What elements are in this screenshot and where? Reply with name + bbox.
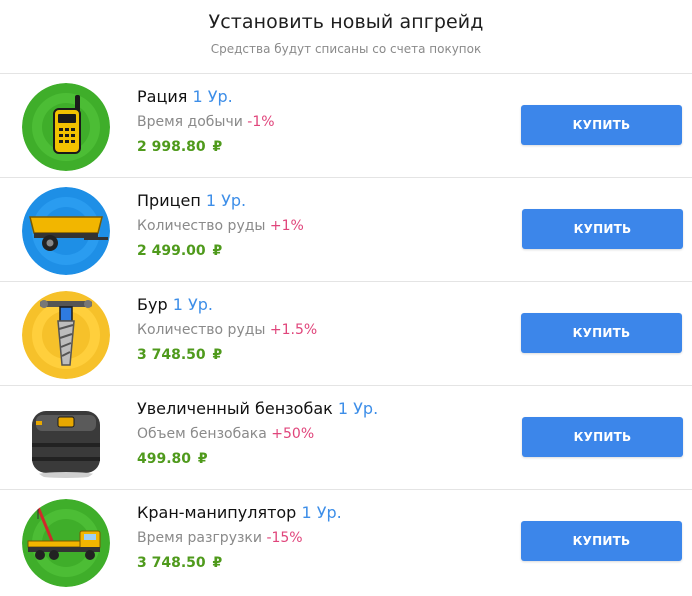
currency-symbol: ₽ bbox=[212, 555, 223, 571]
currency-symbol: ₽ bbox=[197, 451, 208, 467]
walkie-talkie-icon bbox=[22, 83, 110, 171]
upgrade-info: Бур 1 Ур. Количество руды +1.5% 3 748.50… bbox=[137, 294, 317, 365]
upgrade-level: 1 Ур. bbox=[192, 87, 233, 106]
upgrade-stat: Время добычи -1% bbox=[137, 112, 275, 132]
upgrade-info: Прицеп 1 Ур. Количество руды +1% 2 499.0… bbox=[137, 190, 304, 261]
stat-label: Время добычи bbox=[137, 114, 243, 130]
currency-symbol: ₽ bbox=[212, 139, 223, 155]
buy-button-crane[interactable]: КУПИТЬ bbox=[521, 521, 682, 561]
price-value: 2 998.80 bbox=[137, 139, 206, 155]
stat-label: Время разгрузки bbox=[137, 530, 262, 546]
page-title: Установить новый апгрейд bbox=[208, 11, 484, 33]
upgrade-price: 3 748.50 ₽ bbox=[137, 345, 317, 365]
upgrade-name: Кран-манипулятор bbox=[137, 503, 297, 522]
price-value: 3 748.50 bbox=[137, 555, 206, 571]
upgrade-list: Рация 1 Ур. Время добычи -1% 2 998.80 ₽ … bbox=[0, 74, 692, 594]
trailer-icon bbox=[22, 187, 110, 275]
price-value: 499.80 bbox=[137, 451, 192, 467]
stat-label: Количество руды bbox=[137, 322, 266, 338]
upgrade-title: Рация 1 Ур. bbox=[137, 86, 275, 108]
upgrade-price: 2 499.00 ₽ bbox=[137, 241, 304, 261]
upgrade-info: Кран-манипулятор 1 Ур. Время разгрузки -… bbox=[137, 502, 342, 573]
upgrade-level: 1 Ур. bbox=[205, 191, 247, 210]
upgrade-item-fuel-tank: Увеличенный бензобак 1 Ур. Объем бензоба… bbox=[0, 386, 692, 490]
upgrade-name: Увеличенный бензобак bbox=[137, 399, 333, 418]
upgrade-title: Увеличенный бензобак 1 Ур. bbox=[137, 398, 378, 420]
upgrade-name: Рация bbox=[137, 87, 188, 106]
upgrade-price: 499.80 ₽ bbox=[137, 449, 378, 469]
upgrade-item-trailer: Прицеп 1 Ур. Количество руды +1% 2 499.0… bbox=[0, 178, 692, 282]
buy-button-radio[interactable]: КУПИТЬ bbox=[521, 105, 682, 145]
upgrade-stat: Количество руды +1.5% bbox=[137, 320, 317, 340]
upgrade-level: 1 Ур. bbox=[337, 399, 379, 418]
stat-label: Объем бензобака bbox=[137, 426, 267, 442]
stat-delta: -15% bbox=[266, 530, 303, 546]
buy-button-fuel-tank[interactable]: КУПИТЬ bbox=[522, 417, 683, 457]
fuel-tank-icon bbox=[22, 395, 110, 483]
upgrade-title: Кран-манипулятор 1 Ур. bbox=[137, 502, 342, 524]
upgrade-stat: Время разгрузки -15% bbox=[137, 528, 342, 548]
upgrade-stat: Объем бензобака +50% bbox=[137, 424, 378, 444]
stat-delta: +50% bbox=[271, 426, 315, 442]
page-subtitle: Средства будут списаны со счета покупок bbox=[210, 42, 482, 56]
currency-symbol: ₽ bbox=[212, 347, 223, 363]
stat-label: Количество руды bbox=[137, 218, 266, 234]
upgrade-name: Бур bbox=[137, 295, 168, 314]
upgrade-price: 3 748.50 ₽ bbox=[137, 553, 342, 573]
price-value: 3 748.50 bbox=[137, 347, 206, 363]
buy-button-trailer[interactable]: КУПИТЬ bbox=[522, 209, 683, 249]
upgrade-name: Прицеп bbox=[137, 191, 201, 210]
buy-button-drill[interactable]: КУПИТЬ bbox=[521, 313, 682, 353]
upgrade-title: Бур 1 Ур. bbox=[137, 294, 317, 316]
drill-icon bbox=[22, 291, 110, 379]
upgrade-stat: Количество руды +1% bbox=[137, 216, 304, 236]
upgrade-header: Установить новый апгрейд Средства будут … bbox=[0, 0, 692, 74]
upgrade-item-drill: Бур 1 Ур. Количество руды +1.5% 3 748.50… bbox=[0, 282, 692, 386]
upgrade-item-radio: Рация 1 Ур. Время добычи -1% 2 998.80 ₽ … bbox=[0, 74, 692, 178]
upgrade-level: 1 Ур. bbox=[301, 503, 342, 522]
upgrade-title: Прицеп 1 Ур. bbox=[137, 190, 304, 212]
price-value: 2 499.00 bbox=[137, 243, 206, 259]
upgrade-info: Увеличенный бензобак 1 Ур. Объем бензоба… bbox=[137, 398, 378, 469]
upgrade-level: 1 Ур. bbox=[172, 295, 213, 314]
stat-delta: +1.5% bbox=[269, 322, 318, 338]
upgrade-info: Рация 1 Ур. Время добычи -1% 2 998.80 ₽ bbox=[137, 86, 275, 157]
upgrade-item-crane: Кран-манипулятор 1 Ур. Время разгрузки -… bbox=[0, 490, 692, 594]
currency-symbol: ₽ bbox=[212, 243, 223, 259]
stat-delta: -1% bbox=[247, 114, 275, 130]
crane-truck-icon bbox=[22, 499, 110, 587]
stat-delta: +1% bbox=[269, 218, 304, 234]
upgrade-price: 2 998.80 ₽ bbox=[137, 137, 275, 157]
